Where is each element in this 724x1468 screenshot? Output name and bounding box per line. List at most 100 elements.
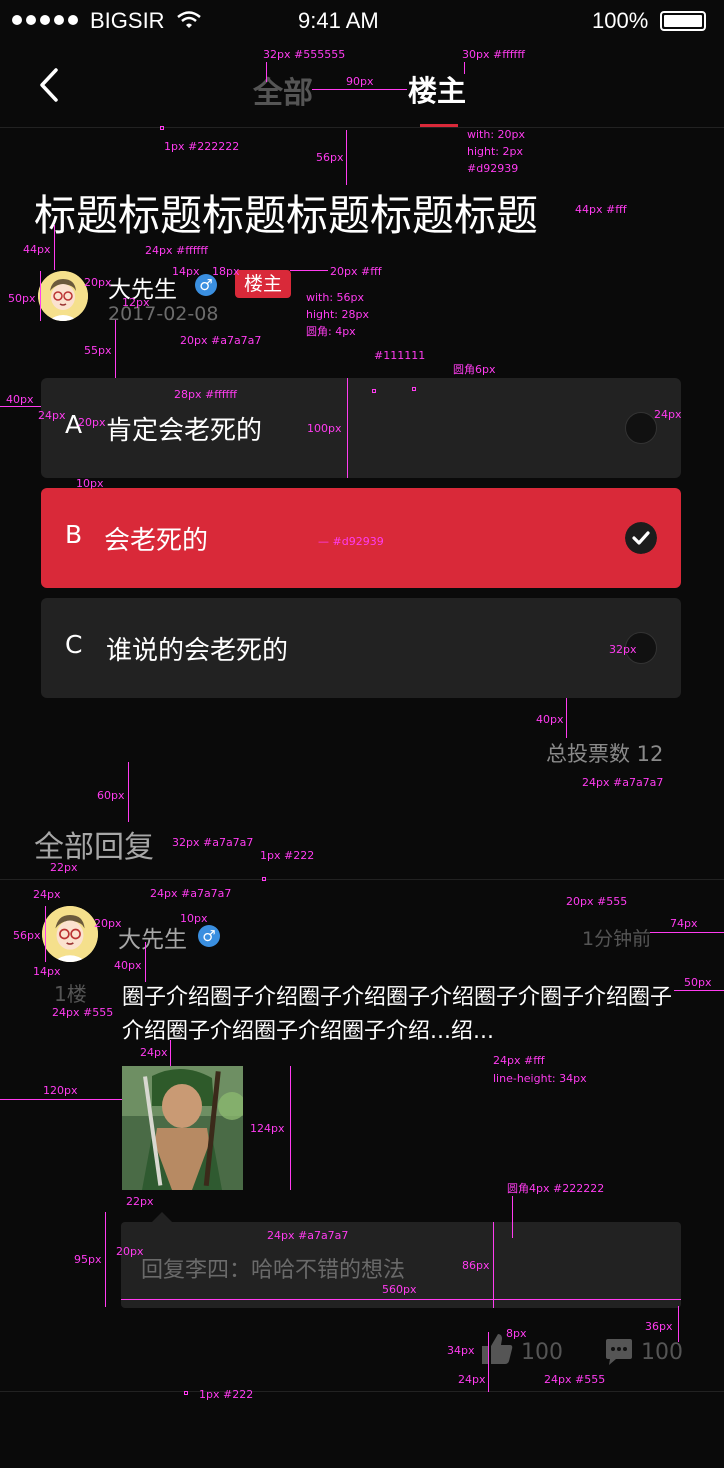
annotation: 55px <box>84 344 112 357</box>
annotation: 34px <box>447 1344 475 1357</box>
clock: 9:41 AM <box>298 8 379 33</box>
annotation: 圆角6px <box>453 363 496 376</box>
reply-image[interactable] <box>122 1066 243 1190</box>
annotation: 14px <box>172 265 200 278</box>
annotation: 14px <box>33 965 61 978</box>
battery-icon <box>660 11 706 31</box>
owner-badge: 楼主 <box>235 270 291 298</box>
vote-option-a[interactable]: A 肯定会老死的 <box>41 378 681 478</box>
annotation: with: 20px <box>467 128 526 141</box>
annotation: 22px <box>126 1195 154 1208</box>
annotation: 24px #ffffff <box>145 244 208 257</box>
annotation: 56px <box>13 929 41 942</box>
annotation: 18px <box>212 265 240 278</box>
battery-percent: 100% <box>592 8 649 33</box>
radio-unchecked-icon[interactable] <box>625 412 657 444</box>
comment-icon[interactable] <box>604 1338 634 1368</box>
option-letter: B <box>65 520 83 549</box>
annotation: line-height: 34px <box>493 1072 587 1085</box>
back-arrow-icon[interactable] <box>36 66 62 104</box>
like-count: 100 <box>521 1340 563 1365</box>
annotation: 50px <box>684 976 712 989</box>
annotation: 50px <box>8 292 36 305</box>
annotation: 86px <box>462 1259 490 1272</box>
post-title: 标题标题标题标题标题标题 <box>34 191 539 240</box>
annotation: 24px #fff <box>493 1054 545 1067</box>
annotation: #111111 <box>374 349 426 362</box>
annotation: 12px <box>122 296 150 309</box>
divider <box>0 879 724 880</box>
option-text: 会老死的 <box>104 526 209 556</box>
annotation: 560px <box>382 1283 417 1296</box>
annotation: 32px <box>609 643 637 656</box>
option-text: 肯定会老死的 <box>106 416 263 446</box>
annotation: 20px <box>84 276 112 289</box>
annotation: 24px <box>140 1046 168 1059</box>
annotation: 60px <box>97 789 125 802</box>
annotation: 24px #a7a7a7 <box>267 1229 349 1242</box>
annotation: 圆角4px #222222 <box>507 1182 605 1195</box>
annotation: 24px #555 <box>544 1373 606 1386</box>
annotation: 24px <box>33 888 61 901</box>
author-avatar[interactable] <box>38 271 88 321</box>
annotation: 24px #555 <box>52 1006 114 1019</box>
annotation: 124px <box>250 1122 285 1135</box>
reply-floor: 1楼 <box>54 982 87 1006</box>
gender-male-icon: ♂ <box>198 925 220 947</box>
tab-all[interactable]: 全部 <box>253 68 313 112</box>
annotation: 20px #fff <box>330 265 382 278</box>
annotation: hight: 2px <box>467 145 523 158</box>
annotation: 22px <box>50 861 78 874</box>
check-circle-icon[interactable] <box>625 522 657 554</box>
annotation: 36px <box>645 1320 673 1333</box>
annotation: 74px <box>670 917 698 930</box>
reply-avatar[interactable] <box>42 906 98 962</box>
annotation: #d92939 <box>467 162 519 175</box>
tab-owner[interactable]: 楼主 <box>408 68 466 110</box>
quote-text: 回复李四：哈哈不错的想法 <box>141 1258 406 1283</box>
annotation: 1px #222 <box>260 849 315 862</box>
annotation: 24px <box>654 408 682 421</box>
annotation: 32px #555555 <box>263 48 346 61</box>
annotation: 1px #222 <box>199 1388 254 1401</box>
annotation: 95px <box>74 1253 102 1266</box>
reply-time: 1分钟前 <box>582 928 652 950</box>
replies-header: 全部回复 <box>34 830 154 865</box>
annotation: 120px <box>43 1084 78 1097</box>
annotation: 90px <box>346 75 374 88</box>
annotation: 30px #ffffff <box>462 48 525 61</box>
annotation: 100px <box>307 422 342 435</box>
annotation: 24px <box>38 409 66 422</box>
quote-pointer <box>152 1212 172 1222</box>
annotation: 圆角: 4px <box>306 325 356 338</box>
annotation: 24px #a7a7a7 <box>150 887 232 900</box>
comment-count: 100 <box>641 1340 683 1365</box>
option-text: 谁说的会老死的 <box>106 636 289 666</box>
status-bar: BIGSIR 9:41 AM 100% <box>0 0 724 44</box>
annotation: 40px <box>536 713 564 726</box>
annotation: 20px #555 <box>566 895 628 908</box>
annotation: 44px <box>23 243 51 256</box>
annotation: 40px <box>114 959 142 972</box>
annotation: 10px <box>180 912 208 925</box>
option-letter: C <box>65 630 83 659</box>
annotation: hight: 28px <box>306 308 369 321</box>
reply-author-name[interactable]: 大先生 <box>118 920 187 954</box>
tab-indicator <box>420 124 458 127</box>
annotation: 20px <box>94 917 122 930</box>
vote-total: 总投票数 12 <box>546 742 664 766</box>
annotation: 1px #222222 <box>164 140 240 153</box>
carrier-label: BIGSIR <box>90 8 165 33</box>
annotation: 20px #a7a7a7 <box>180 334 262 347</box>
annotation: 44px #fff <box>575 203 627 216</box>
annotation: — #d92939 <box>318 535 384 548</box>
annotation: with: 56px <box>306 291 365 304</box>
divider <box>0 1391 724 1392</box>
annotation: 24px <box>458 1373 486 1386</box>
annotation: 8px <box>506 1327 527 1340</box>
annotation: 28px #ffffff <box>174 388 237 401</box>
vote-option-c[interactable]: C 谁说的会老死的 <box>41 598 681 698</box>
annotation: 56px <box>316 151 344 164</box>
annotation: 24px #a7a7a7 <box>582 776 664 789</box>
annotation: 10px <box>76 477 104 490</box>
